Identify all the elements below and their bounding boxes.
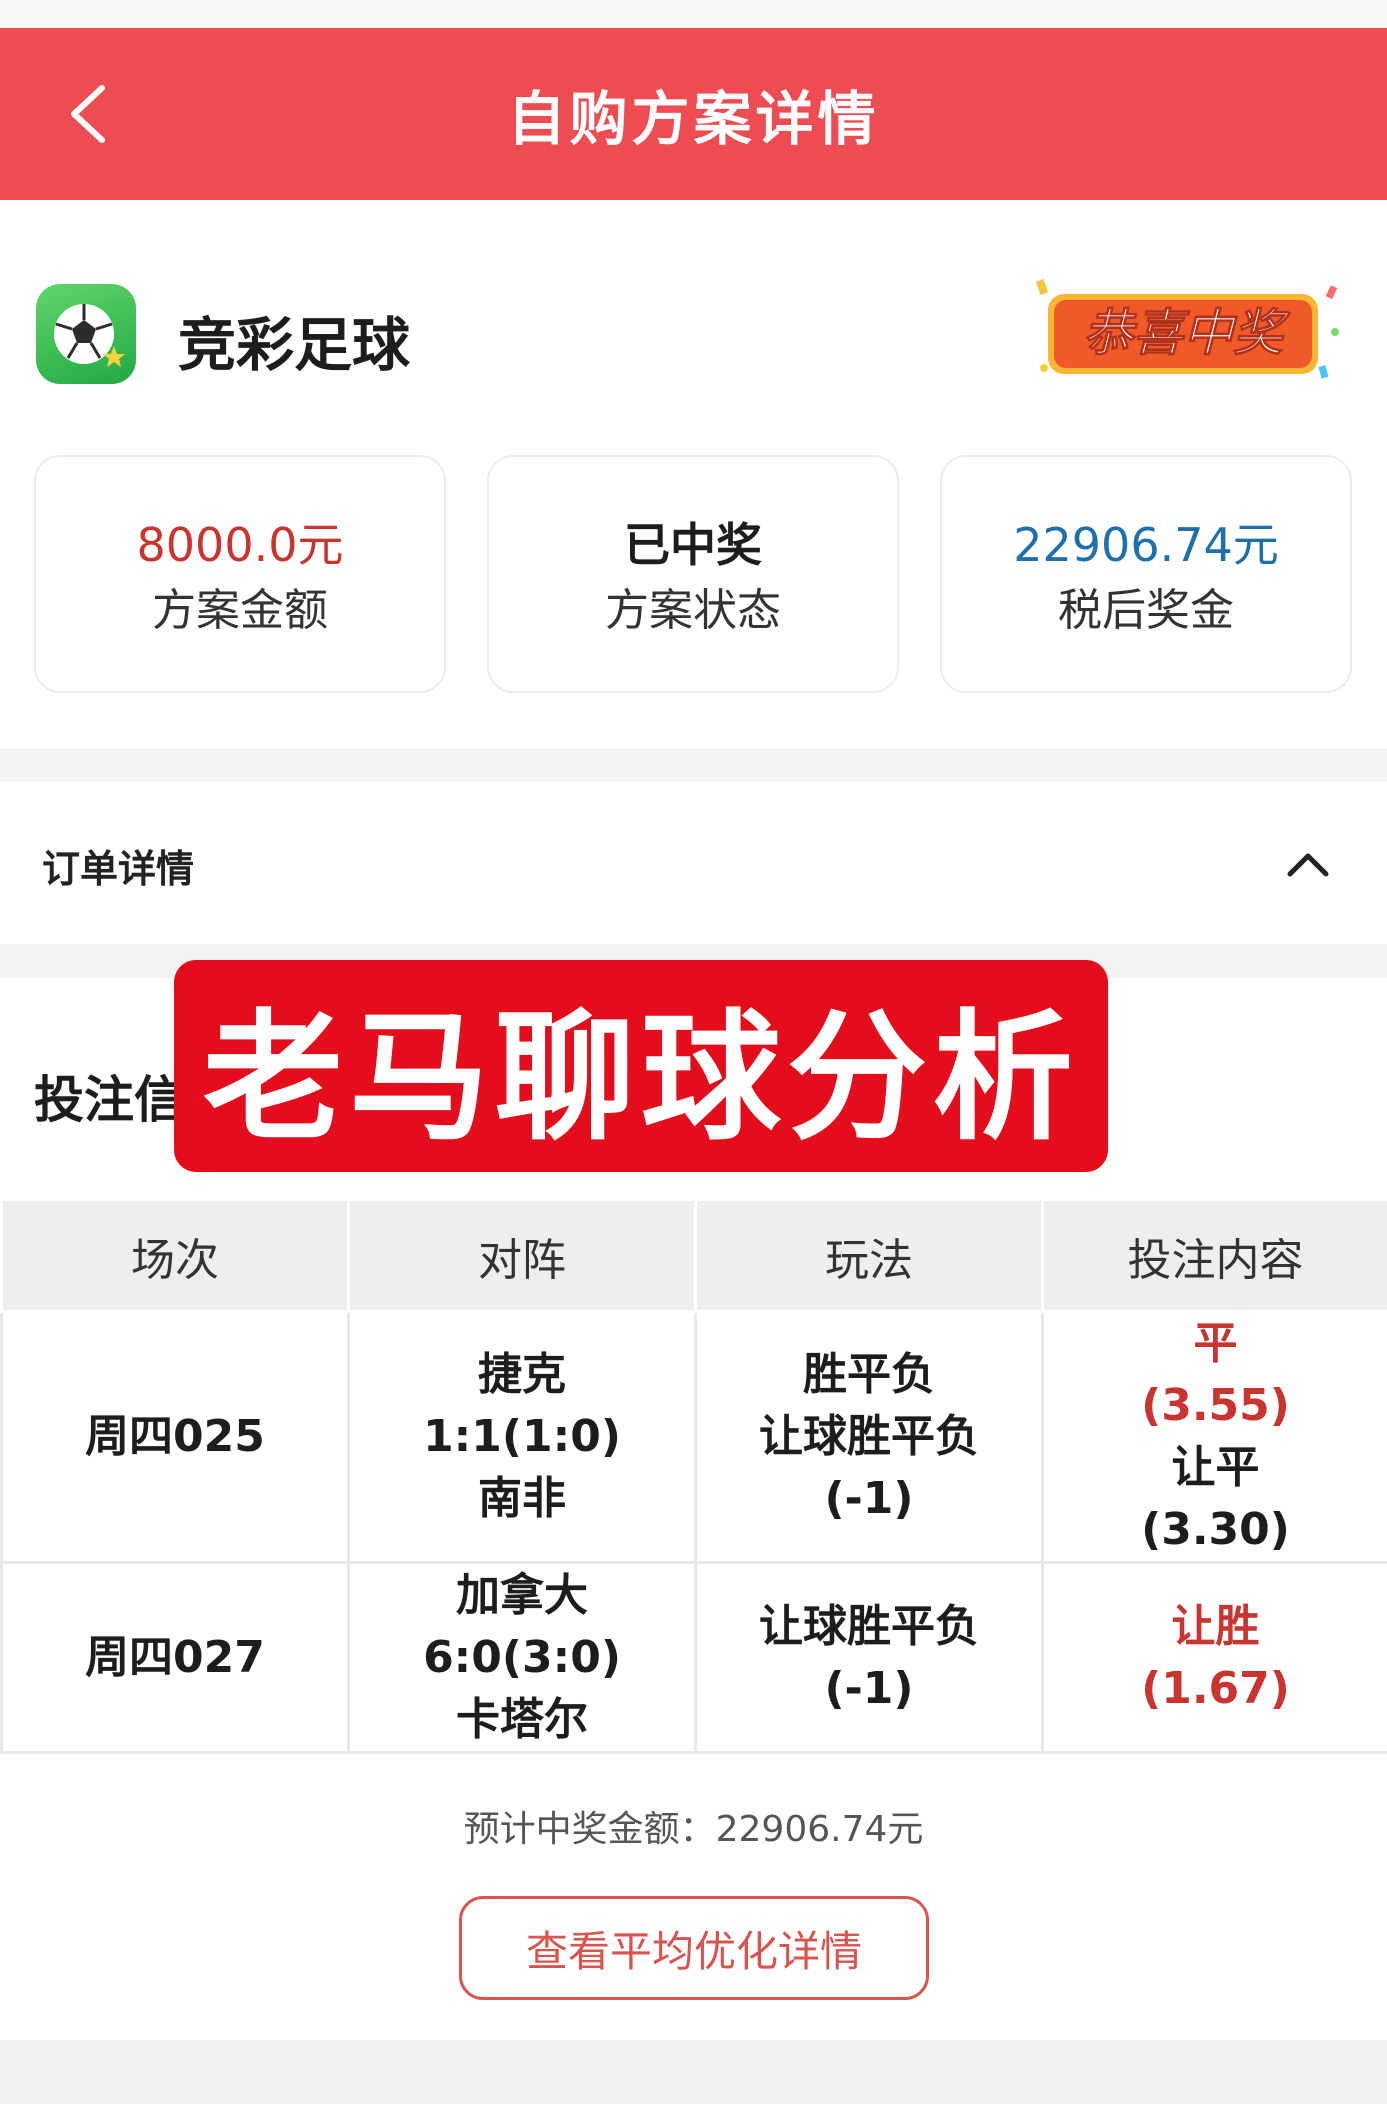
section-divider — [0, 748, 1387, 782]
bet-odds: (1.67) — [1141, 1662, 1290, 1714]
stat-value: 8000.0元 — [136, 518, 344, 572]
order-details-toggle[interactable]: 订单详情 — [0, 800, 1387, 940]
match-score: 6:0(3:0) — [423, 1631, 621, 1683]
bet-odds: (3.55) — [1141, 1380, 1290, 1431]
bet-odds: (3.30) — [1141, 1504, 1290, 1555]
watermark-banner: 老马聊球分析 — [174, 960, 1108, 1172]
play-type: 让球胜平负 — [759, 1411, 979, 1462]
bet-selection: 让胜 — [1171, 1600, 1260, 1652]
back-button[interactable] — [50, 74, 130, 154]
table-row: 周四025 捷克 1:1(1:0) 南非 胜平负 让球胜平负 (-1) 平 (3… — [0, 1310, 1387, 1564]
stat-label: 税后奖金 — [1058, 585, 1234, 636]
soccer-ball-icon — [36, 284, 136, 384]
congrats-badge: 恭喜中奖 — [1030, 272, 1350, 392]
home-team: 加拿大 — [456, 1569, 588, 1621]
badge-text: 恭喜中奖 — [1083, 304, 1291, 362]
match-cell: 加拿大 6:0(3:0) 卡塔尔 — [347, 1561, 697, 1754]
away-team: 南非 — [478, 1473, 566, 1524]
column-header: 对阵 — [347, 1198, 697, 1313]
bet-content-cell: 让胜 (1.67) — [1041, 1561, 1387, 1754]
column-header: 玩法 — [694, 1198, 1044, 1313]
chevron-left-icon — [71, 85, 105, 143]
play-cell: 胜平负 让球胜平负 (-1) — [694, 1310, 1044, 1564]
match-score: 1:1(1:0) — [423, 1411, 621, 1462]
stat-card-status: 已中奖 方案状态 — [487, 455, 899, 693]
home-team: 捷克 — [478, 1349, 566, 1400]
column-header: 场次 — [0, 1198, 350, 1313]
play-type: 胜平负 — [803, 1349, 935, 1400]
bet-content-cell: 平 (3.55) 让平 (3.30) — [1041, 1310, 1387, 1564]
lottery-name: 竞彩足球 — [178, 311, 411, 379]
table-row: 周四027 加拿大 6:0(3:0) 卡塔尔 让球胜平负 (-1) 让胜 (1.… — [0, 1561, 1387, 1754]
column-header: 投注内容 — [1041, 1198, 1387, 1313]
stat-value: 已中奖 — [624, 518, 762, 572]
estimated-prize: 预计中奖金额：22906.74元 — [463, 1809, 924, 1850]
play-cell: 让球胜平负 (-1) — [694, 1561, 1044, 1754]
play-type: 让球胜平负 — [759, 1600, 979, 1652]
status-strip — [0, 0, 1387, 28]
away-team: 卡塔尔 — [456, 1693, 588, 1745]
plan-detail-page: 自购方案详情 竞彩足球 恭喜中奖 8000.0元 方案金额 已中奖 方案状态 2… — [0, 0, 1387, 2104]
bet-selection: 平 — [1193, 1318, 1238, 1369]
page-title: 自购方案详情 — [507, 85, 880, 153]
watermark-text: 老马聊球分析 — [202, 997, 1079, 1160]
handicap: (-1) — [824, 1662, 914, 1714]
stat-label: 方案金额 — [152, 585, 328, 636]
match-cell: 捷克 1:1(1:0) 南非 — [347, 1310, 697, 1564]
stat-card-amount: 8000.0元 方案金额 — [34, 455, 446, 693]
top-bar: 自购方案详情 — [0, 28, 1387, 200]
bet-table: 场次 对阵 玩法 投注内容 周四025 捷克 1:1(1:0) 南非 胜平负 让… — [0, 1198, 1387, 1754]
session-cell: 周四027 — [0, 1561, 350, 1754]
table-header-row: 场次 对阵 玩法 投注内容 — [0, 1198, 1387, 1313]
handicap: (-1) — [824, 1473, 914, 1524]
session-cell: 周四025 — [0, 1310, 350, 1564]
stat-card-prize: 22906.74元 税后奖金 — [940, 455, 1352, 693]
stat-label: 方案状态 — [605, 585, 781, 636]
stat-value: 22906.74元 — [1013, 518, 1279, 572]
chevron-up-icon — [1287, 853, 1329, 877]
order-details-title: 订单详情 — [42, 847, 195, 891]
view-optimization-button[interactable]: 查看平均优化详情 — [459, 1896, 929, 2000]
bet-selection: 让平 — [1171, 1442, 1260, 1493]
bottom-band — [0, 2040, 1387, 2104]
lottery-header: 竞彩足球 恭喜中奖 — [0, 262, 1387, 392]
